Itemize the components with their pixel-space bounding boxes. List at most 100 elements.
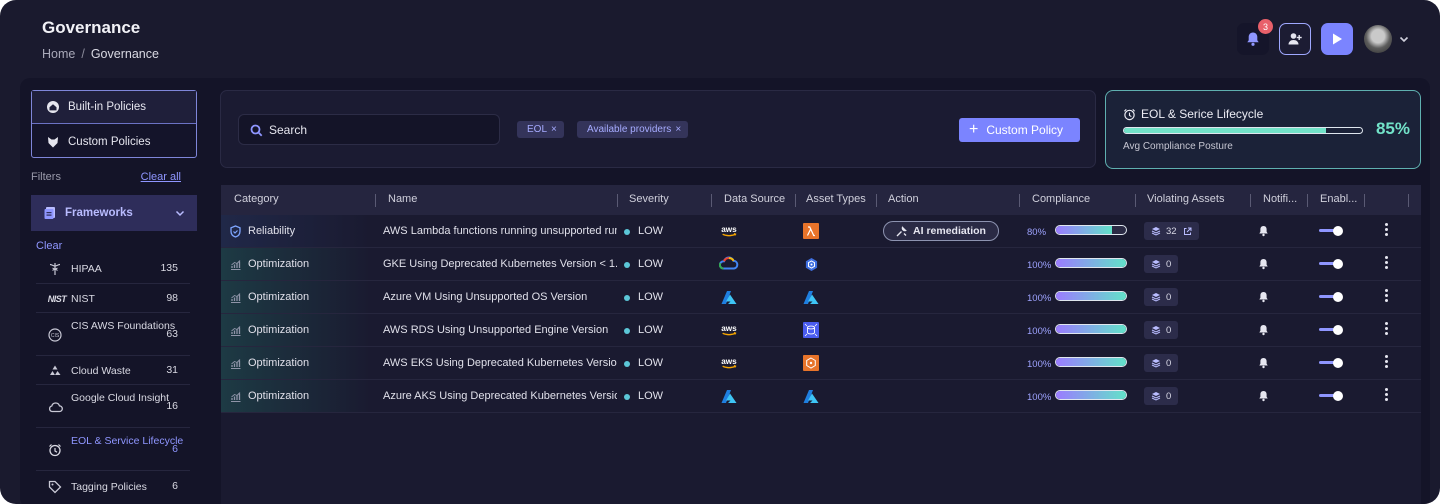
ai-remediation-button[interactable]: AI remediation xyxy=(883,221,999,241)
column-divider[interactable] xyxy=(1364,194,1365,207)
notification-bell-icon[interactable] xyxy=(1258,357,1269,369)
framework-item-nist[interactable]: NIST NIST 98 xyxy=(36,284,190,313)
compliance-progress-fill xyxy=(1124,128,1327,133)
framework-count: 98 xyxy=(166,292,178,304)
column-divider[interactable] xyxy=(1250,194,1251,207)
column-header-asset-types[interactable]: Asset Types xyxy=(806,193,866,205)
column-divider[interactable] xyxy=(1019,194,1020,207)
violating-assets-badge[interactable]: 32 xyxy=(1144,222,1199,240)
clear-all-link[interactable]: Clear all xyxy=(141,171,181,183)
more-options-icon[interactable] xyxy=(1383,355,1389,371)
search-input[interactable] xyxy=(269,121,489,139)
enabled-toggle[interactable] xyxy=(1319,325,1343,335)
home-icon xyxy=(47,101,59,113)
framework-item-cloud-waste[interactable]: Cloud Waste 31 xyxy=(36,356,190,385)
enabled-toggle[interactable] xyxy=(1319,391,1343,401)
enabled-toggle[interactable] xyxy=(1319,358,1343,368)
column-divider[interactable] xyxy=(876,194,877,207)
table-row[interactable]: Reliability AWS Lambda functions running … xyxy=(221,215,1421,248)
violating-assets-badge[interactable]: 0 xyxy=(1144,354,1179,372)
close-icon[interactable]: × xyxy=(675,124,681,135)
column-divider[interactable] xyxy=(1307,194,1308,207)
notification-bell-icon[interactable] xyxy=(1258,324,1269,336)
column-header-compliance[interactable]: Compliance xyxy=(1032,193,1090,205)
enabled-toggle[interactable] xyxy=(1319,292,1343,302)
column-header-notifications[interactable]: Notifi... xyxy=(1263,193,1297,205)
violating-assets-badge[interactable]: 0 xyxy=(1144,288,1179,306)
framework-item-hipaa[interactable]: HIPAA 135 xyxy=(36,254,190,284)
framework-item-google-cloud-insight[interactable]: Google Cloud Insight 16 xyxy=(36,385,190,428)
framework-item-cis-aws[interactable]: CIS CIS AWS Foundations 63 xyxy=(36,313,190,356)
column-divider[interactable] xyxy=(1135,194,1136,207)
column-header-enabled[interactable]: Enabl... xyxy=(1320,193,1357,205)
built-in-policies-tab[interactable]: Built-in Policies xyxy=(32,91,196,124)
notification-bell-icon[interactable] xyxy=(1258,258,1269,270)
policy-name[interactable]: Azure AKS Using Deprecated Kubernetes Ve… xyxy=(383,390,617,402)
avatar[interactable] xyxy=(1364,25,1392,53)
breadcrumb: Home / Governance xyxy=(42,47,159,61)
framework-item-eol-service-lifecycle[interactable]: EOL & Service Lifecycle 6 xyxy=(36,428,190,471)
column-header-action[interactable]: Action xyxy=(888,193,919,205)
table-row[interactable]: Optimization Azure AKS Using Deprecated K… xyxy=(221,380,1421,413)
add-user-button[interactable] xyxy=(1279,23,1311,55)
table-row[interactable]: Optimization AWS RDS Using Unsupported En… xyxy=(221,314,1421,347)
notification-bell-icon[interactable] xyxy=(1258,390,1269,402)
notification-bell-icon[interactable] xyxy=(1258,225,1269,237)
table-row[interactable]: Optimization AWS EKS Using Deprecated Kub… xyxy=(221,347,1421,380)
column-header-severity[interactable]: Severity xyxy=(629,193,669,205)
close-icon[interactable]: × xyxy=(551,124,557,135)
frameworks-icon xyxy=(44,207,55,219)
column-divider[interactable] xyxy=(375,194,376,207)
policy-name[interactable]: AWS Lambda functions running unsupported… xyxy=(383,225,617,237)
more-options-icon[interactable] xyxy=(1383,256,1389,272)
policy-name[interactable]: GKE Using Deprecated Kubernetes Version … xyxy=(383,258,617,270)
column-header-data-source[interactable]: Data Source xyxy=(724,193,785,205)
chevron-down-icon[interactable] xyxy=(1398,33,1410,45)
custom-policy-button[interactable]: + Custom Policy xyxy=(959,118,1080,142)
enabled-toggle[interactable] xyxy=(1319,259,1343,269)
severity-text: LOW xyxy=(638,390,664,402)
custom-policies-tab[interactable]: Custom Policies xyxy=(32,125,196,158)
column-header-violating-assets[interactable]: Violating Assets xyxy=(1147,193,1224,205)
tag-icon xyxy=(46,478,64,496)
policies-table: Category Name Severity Data Source Asset… xyxy=(221,185,1421,504)
enabled-toggle[interactable] xyxy=(1319,226,1343,236)
policy-name[interactable]: AWS RDS Using Unsupported Engine Version xyxy=(383,324,617,336)
filter-chip-available-providers[interactable]: Available providers × xyxy=(577,121,689,138)
breadcrumb-home[interactable]: Home xyxy=(42,47,75,61)
clear-frameworks-link[interactable]: Clear xyxy=(36,240,62,252)
play-button[interactable] xyxy=(1321,23,1353,55)
policy-name[interactable]: AWS EKS Using Deprecated Kubernetes Vers… xyxy=(383,357,617,369)
column-divider[interactable] xyxy=(617,194,618,207)
column-header-name[interactable]: Name xyxy=(388,193,417,205)
violating-count: 0 xyxy=(1166,357,1172,369)
search-box[interactable] xyxy=(238,114,500,145)
framework-label: Cloud Waste xyxy=(71,365,131,377)
table-row[interactable]: Optimization GKE Using Deprecated Kuberne… xyxy=(221,248,1421,281)
notification-bell-icon[interactable] xyxy=(1258,291,1269,303)
more-options-icon[interactable] xyxy=(1383,223,1389,239)
severity-text: LOW xyxy=(638,258,664,270)
frameworks-list: HIPAA 135 NIST NIST 98 CIS CIS AWS Found… xyxy=(36,254,190,501)
more-options-icon[interactable] xyxy=(1383,388,1389,404)
external-link-icon[interactable] xyxy=(1183,227,1192,236)
framework-count: 6 xyxy=(172,443,178,455)
more-options-icon[interactable] xyxy=(1383,289,1389,305)
violating-assets-badge[interactable]: 0 xyxy=(1144,255,1179,273)
column-divider[interactable] xyxy=(795,194,796,207)
column-divider[interactable] xyxy=(1408,194,1409,207)
violating-assets-badge[interactable]: 0 xyxy=(1144,321,1179,339)
lambda-icon xyxy=(801,223,821,239)
more-options-icon[interactable] xyxy=(1383,322,1389,338)
category-text: Optimization xyxy=(248,324,310,336)
frameworks-section-header[interactable]: Frameworks xyxy=(31,195,197,231)
stack-icon xyxy=(1151,293,1161,302)
column-divider[interactable] xyxy=(711,194,712,207)
search-icon xyxy=(250,124,263,137)
violating-assets-badge[interactable]: 0 xyxy=(1144,387,1179,405)
column-header-category[interactable]: Category xyxy=(234,193,279,205)
policy-name[interactable]: Azure VM Using Unsupported OS Version xyxy=(383,291,617,303)
table-row[interactable]: Optimization Azure VM Using Unsupported O… xyxy=(221,281,1421,314)
framework-item-tagging-policies[interactable]: Tagging Policies 6 xyxy=(36,471,190,501)
filter-chip-eol[interactable]: EOL × xyxy=(517,121,564,138)
